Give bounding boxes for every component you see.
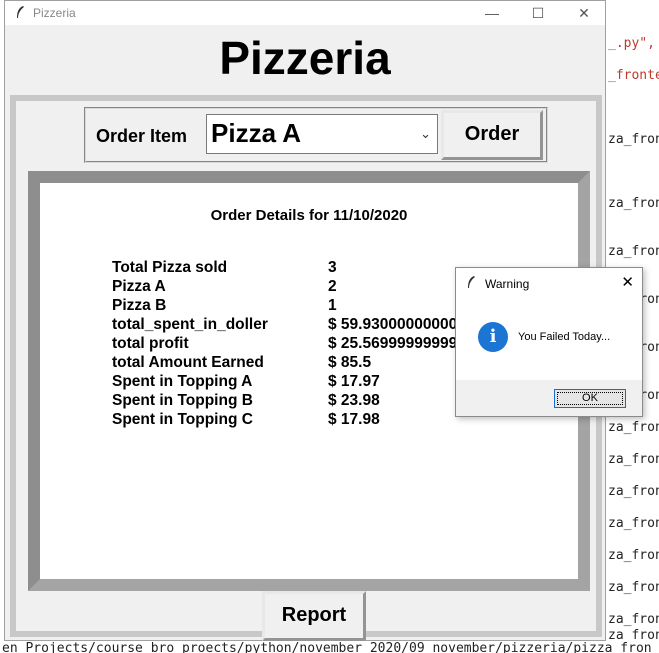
background-code-line: za_fron: [608, 452, 659, 467]
background-code-line: _fronte: [608, 68, 659, 83]
background-code-line: za_fron: [608, 612, 659, 627]
detail-row: Total Pizza sold 3: [112, 259, 337, 277]
background-code-line: za_fron: [608, 516, 659, 531]
feather-icon: [15, 5, 25, 22]
detail-row: Pizza B 1: [112, 297, 337, 315]
detail-label: total Amount Earned: [112, 354, 264, 371]
window-titlebar[interactable]: Pizzeria — ☐ ✕: [5, 1, 605, 25]
detail-value: $ 25.56999999999: [328, 335, 458, 352]
background-path-line: en Projects/course bro proects/python/no…: [0, 641, 659, 653]
background-path-text: en Projects/course bro proects/python/no…: [2, 641, 652, 653]
chevron-down-icon[interactable]: ⌄: [420, 126, 431, 142]
background-code-line: za_fron: [608, 196, 659, 211]
background-code-line: za_fron: [608, 484, 659, 499]
background-code-line: za_fron: [608, 580, 659, 595]
detail-value: $ 85.5: [328, 354, 372, 371]
dialog-message: You Failed Today...: [518, 331, 611, 343]
detail-value: 2: [328, 278, 337, 295]
pizza-select[interactable]: Pizza A ⌄: [206, 114, 438, 154]
close-icon[interactable]: ✕: [561, 1, 607, 25]
order-details-title: Order Details for 11/10/2020: [210, 207, 408, 224]
detail-label: total_spent_in_doller: [112, 316, 268, 333]
info-icon: i: [478, 322, 508, 352]
detail-row: total profit $ 25.56999999999: [112, 335, 457, 353]
detail-label: Pizza A: [112, 278, 166, 295]
detail-label: Spent in Topping C: [112, 411, 253, 428]
detail-label: Spent in Topping A: [112, 373, 253, 390]
detail-row: Pizza A 2: [112, 278, 337, 296]
order-item-label: Order Item: [96, 126, 188, 146]
window-title: Pizzeria: [33, 6, 76, 20]
background-code-line: za_fron: [608, 548, 659, 563]
dialog-title: Warning: [485, 277, 530, 291]
detail-row: total Amount Earned $ 85.5: [112, 354, 371, 372]
detail-value: $ 17.97: [328, 373, 380, 390]
detail-label: Pizza B: [112, 297, 167, 314]
background-code-line: _.py",: [608, 36, 655, 51]
app-title: Pizzeria: [219, 32, 391, 84]
feather-icon: [466, 275, 476, 292]
detail-value: 3: [328, 259, 337, 276]
detail-row: Spent in Topping B $ 23.98: [112, 392, 380, 410]
detail-value: $ 17.98: [328, 411, 380, 428]
pizza-select-value: Pizza A: [211, 118, 302, 148]
minimize-icon[interactable]: —: [469, 1, 515, 25]
detail-label: Total Pizza sold: [112, 259, 228, 276]
detail-label: total profit: [112, 335, 189, 352]
background-code-line: za_fron: [608, 132, 659, 147]
ok-button[interactable]: OK: [554, 389, 626, 408]
background-code-line: za_fron: [608, 244, 659, 259]
order-button[interactable]: Order: [441, 110, 543, 160]
dialog-titlebar[interactable]: Warning ✕: [456, 268, 642, 298]
warning-dialog: Warning ✕ i You Failed Today... OK: [455, 267, 643, 417]
maximize-icon[interactable]: ☐: [515, 1, 561, 25]
detail-row: total_spent_in_doller $ 59.93000000000: [112, 316, 457, 334]
detail-value: $ 23.98: [328, 392, 380, 409]
dialog-body: i You Failed Today...: [456, 298, 642, 380]
detail-value: $ 59.93000000000: [328, 316, 458, 333]
detail-row: Spent in Topping C $ 17.98: [112, 411, 380, 429]
detail-label: Spent in Topping B: [112, 392, 253, 409]
order-bar: Order Item Pizza A ⌄ Order: [84, 107, 548, 163]
detail-row: Spent in Topping A $ 17.97: [112, 373, 380, 391]
detail-value: 1: [328, 297, 337, 314]
close-icon[interactable]: ✕: [621, 273, 634, 291]
background-code-line: za_fron: [608, 420, 659, 435]
report-button[interactable]: Report: [262, 591, 366, 641]
